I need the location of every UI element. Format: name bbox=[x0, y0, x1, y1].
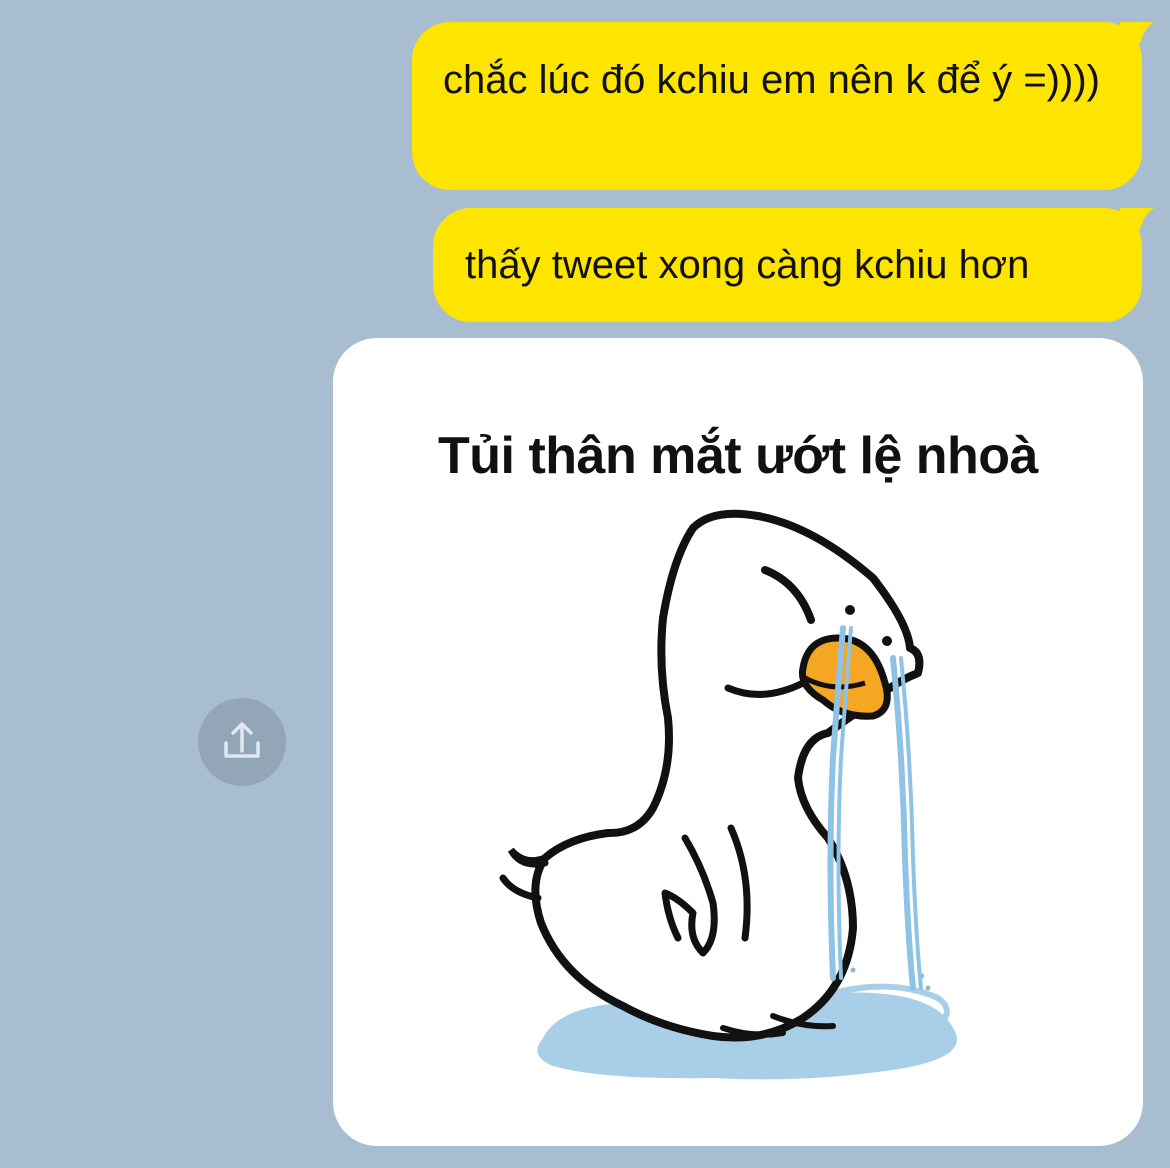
share-icon bbox=[198, 698, 286, 786]
bubble-tail-1 bbox=[1120, 22, 1154, 44]
message-text-1: chắc lúc đó kchiu em nên k để ý =)))) bbox=[443, 58, 1100, 102]
message-bubble-1[interactable]: chắc lúc đó kchiu em nên k để ý =)))) bbox=[412, 22, 1142, 190]
share-button[interactable] bbox=[198, 698, 286, 786]
sticker-message[interactable]: Tủi thân mắt ướt lệ nhoà bbox=[333, 338, 1143, 1146]
bubble-tail-2 bbox=[1120, 208, 1154, 230]
message-bubble-2[interactable]: thấy tweet xong càng kchiu hơn bbox=[433, 208, 1142, 322]
crying-duck-sticker bbox=[499, 509, 957, 1080]
message-text-2: thấy tweet xong càng kchiu hơn bbox=[465, 243, 1030, 287]
